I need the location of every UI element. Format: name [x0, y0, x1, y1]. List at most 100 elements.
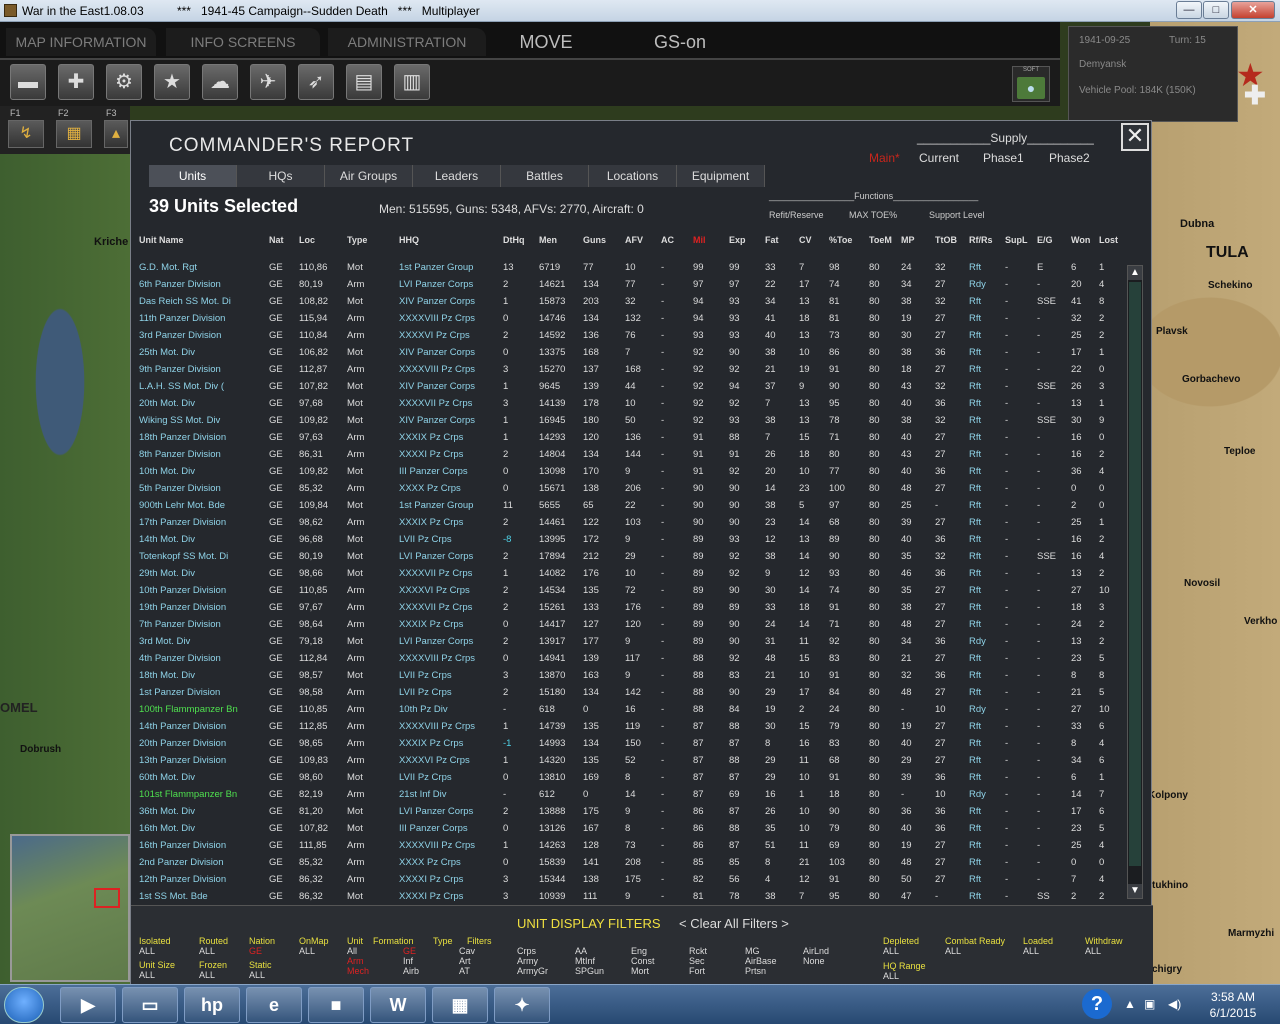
table-cell[interactable]: XXXXVI Pz Crps — [399, 330, 470, 341]
table-cell[interactable]: LVI Panzer Corps — [399, 806, 473, 817]
system-clock[interactable]: 3:58 AM 6/1/2015 — [1200, 989, 1266, 1021]
hq-cross-icon[interactable]: ✚ — [58, 64, 94, 100]
table-cell[interactable]: 1st Panzer Group — [399, 262, 473, 273]
filter-formation[interactable]: Formation — [373, 936, 414, 946]
file-explorer-icon[interactable]: ▭ — [122, 987, 178, 1023]
table-cell[interactable]: 20th Mot. Div — [139, 398, 195, 409]
table-row[interactable]: 3rd Panzer Division GE 110,84 Arm XXXXVI Pz … — [131, 327, 1127, 344]
tab-administration[interactable]: ADMINISTRATION — [328, 28, 486, 56]
word-icon[interactable]: W — [370, 987, 426, 1023]
filter-hq-range[interactable]: HQ Range — [883, 961, 926, 971]
minimize-button[interactable]: — — [1176, 1, 1202, 19]
table-cell[interactable]: XXXXVII Pz Crps — [399, 602, 472, 613]
filter-combat-ready[interactable]: Combat Ready — [945, 936, 1005, 946]
table-cell[interactable]: XXXXVI Pz Crps — [399, 585, 470, 596]
column-header[interactable]: %Toe — [829, 235, 852, 245]
clipboard-icon[interactable]: ▤ — [346, 64, 382, 100]
table-cell[interactable]: 5th Panzer Division — [139, 483, 221, 494]
calculator-icon[interactable]: ▦ — [432, 987, 488, 1023]
column-header[interactable]: Nat — [269, 235, 284, 245]
filter-withdraw-value[interactable]: ALL — [1085, 946, 1101, 956]
table-cell[interactable]: L.A.H. SS Mot. Div ( — [139, 381, 224, 392]
filter-type-cav[interactable]: Cav — [459, 946, 475, 956]
filter-type[interactable]: Type — [433, 936, 453, 946]
tab-info-screens[interactable]: INFO SCREENS — [166, 28, 320, 56]
train-icon[interactable]: ▦ — [56, 120, 92, 148]
filter-none[interactable]: None — [803, 956, 825, 966]
table-row[interactable]: 14th Panzer Division GE 112,85 Arm XXXXVIII … — [131, 718, 1127, 735]
ship-icon[interactable]: ▴ — [104, 120, 128, 148]
column-header[interactable]: ToeM — [869, 235, 892, 245]
filter-fort[interactable]: Fort — [689, 966, 705, 976]
tray-arrow-icon[interactable]: ▲ — [1124, 997, 1136, 1011]
tab-hqs[interactable]: HQs — [237, 165, 325, 187]
column-header[interactable]: Men — [539, 235, 557, 245]
table-cell[interactable]: 10th Mot. Div — [139, 466, 195, 477]
minimap[interactable] — [10, 834, 130, 982]
table-cell[interactable]: 101st Flammpanzer Bn — [139, 789, 237, 800]
clipboard-list-icon[interactable]: ▥ — [394, 64, 430, 100]
table-row[interactable]: 18th Mot. Div GE 98,57 Mot LVII Pz Crps 3 1387… — [131, 667, 1127, 684]
filter-type-at[interactable]: AT — [459, 966, 470, 976]
filter-airbase[interactable]: AirBase — [745, 956, 777, 966]
table-cell[interactable]: 4th Panzer Division — [139, 653, 221, 664]
table-row[interactable]: 18th Panzer Division GE 97,63 Arm XXXIX Pz C… — [131, 429, 1127, 446]
table-row[interactable]: 8th Panzer Division GE 86,31 Arm XXXXI Pz Cr… — [131, 446, 1127, 463]
internet-explorer-icon[interactable]: e — [246, 987, 302, 1023]
filter-spgun[interactable]: SPGun — [575, 966, 604, 976]
filter-sec[interactable]: Sec — [689, 956, 705, 966]
column-header[interactable]: Mil — [693, 235, 706, 245]
filter-onmap[interactable]: OnMap — [299, 936, 329, 946]
table-cell[interactable]: XXXXI Pz Crps — [399, 874, 463, 885]
filter-depleted-value[interactable]: ALL — [883, 946, 899, 956]
scroll-thumb[interactable] — [1129, 282, 1141, 866]
filter-unit-all[interactable]: All — [347, 946, 357, 956]
table-cell[interactable]: LVII Pz Crps — [399, 687, 452, 698]
table-cell[interactable]: XIV Panzer Corps — [399, 296, 475, 307]
table-cell[interactable]: 3rd Panzer Division — [139, 330, 221, 341]
filter-army[interactable]: Army — [517, 956, 538, 966]
tab-locations[interactable]: Locations — [589, 165, 677, 187]
table-row[interactable]: 20th Panzer Division GE 98,65 Arm XXXIX Pz C… — [131, 735, 1127, 752]
supply-main-option[interactable]: Main* — [869, 151, 900, 165]
table-cell[interactable]: Wiking SS Mot. Div — [139, 415, 220, 426]
table-cell[interactable]: 16th Mot. Div — [139, 823, 195, 834]
table-cell[interactable]: XXXXVIII Pz Crps — [399, 653, 475, 664]
table-cell[interactable]: LVII Pz Crps — [399, 772, 452, 783]
table-row[interactable]: 10th Mot. Div GE 109,82 Mot III Panzer Corps… — [131, 463, 1127, 480]
column-header[interactable]: E/G — [1037, 235, 1053, 245]
table-cell[interactable]: 2nd Panzer Division — [139, 857, 224, 868]
column-header[interactable]: Rf/Rs — [969, 235, 993, 245]
scroll-down-icon[interactable]: ▼ — [1128, 884, 1142, 898]
tab-units[interactable]: Units — [149, 165, 237, 187]
filter-combat-ready-value[interactable]: ALL — [945, 946, 961, 956]
table-row[interactable]: 25th Mot. Div GE 106,82 Mot XIV Panzer Corps… — [131, 344, 1127, 361]
table-cell[interactable]: 13th Panzer Division — [139, 755, 226, 766]
filter-frozen[interactable]: Frozen — [199, 960, 227, 970]
support-level-button[interactable]: Support Level — [929, 210, 985, 220]
table-cell[interactable]: 6th Panzer Division — [139, 279, 221, 290]
filter-formation-inf[interactable]: Inf — [403, 956, 413, 966]
table-cell[interactable]: XXXXVII Pz Crps — [399, 568, 472, 579]
start-button[interactable] — [4, 987, 44, 1023]
filter-mg[interactable]: MG — [745, 946, 760, 956]
table-row[interactable]: Das Reich SS Mot. Di GE 108,82 Mot XIV Panze… — [131, 293, 1127, 310]
table-cell[interactable]: 25th Mot. Div — [139, 347, 195, 358]
filter-routed[interactable]: Routed — [199, 936, 228, 946]
close-icon[interactable]: ✕ — [1121, 123, 1149, 151]
column-header[interactable]: AFV — [625, 235, 643, 245]
table-cell[interactable]: 1st Panzer Group — [399, 500, 473, 511]
column-header[interactable]: MP — [901, 235, 915, 245]
tab-map-information[interactable]: MAP INFORMATION — [6, 28, 156, 56]
column-header[interactable]: HHQ — [399, 235, 419, 245]
unit-tank-icon[interactable]: ▬ — [10, 64, 46, 100]
table-cell[interactable]: 3rd Mot. Div — [139, 636, 190, 647]
table-cell[interactable]: XXXIX Pz Crps — [399, 738, 463, 749]
filter-filters[interactable]: Filters — [467, 936, 492, 946]
table-row[interactable]: 4th Panzer Division GE 112,84 Arm XXXXVIII P… — [131, 650, 1127, 667]
filter-prtsn[interactable]: Prtsn — [745, 966, 766, 976]
table-row[interactable]: 16th Mot. Div GE 107,82 Mot III Panzer Corps… — [131, 820, 1127, 837]
air-mission-icon[interactable]: ✈ — [250, 64, 286, 100]
table-cell[interactable]: 60th Mot. Div — [139, 772, 195, 783]
table-cell[interactable]: 8th Panzer Division — [139, 449, 221, 460]
